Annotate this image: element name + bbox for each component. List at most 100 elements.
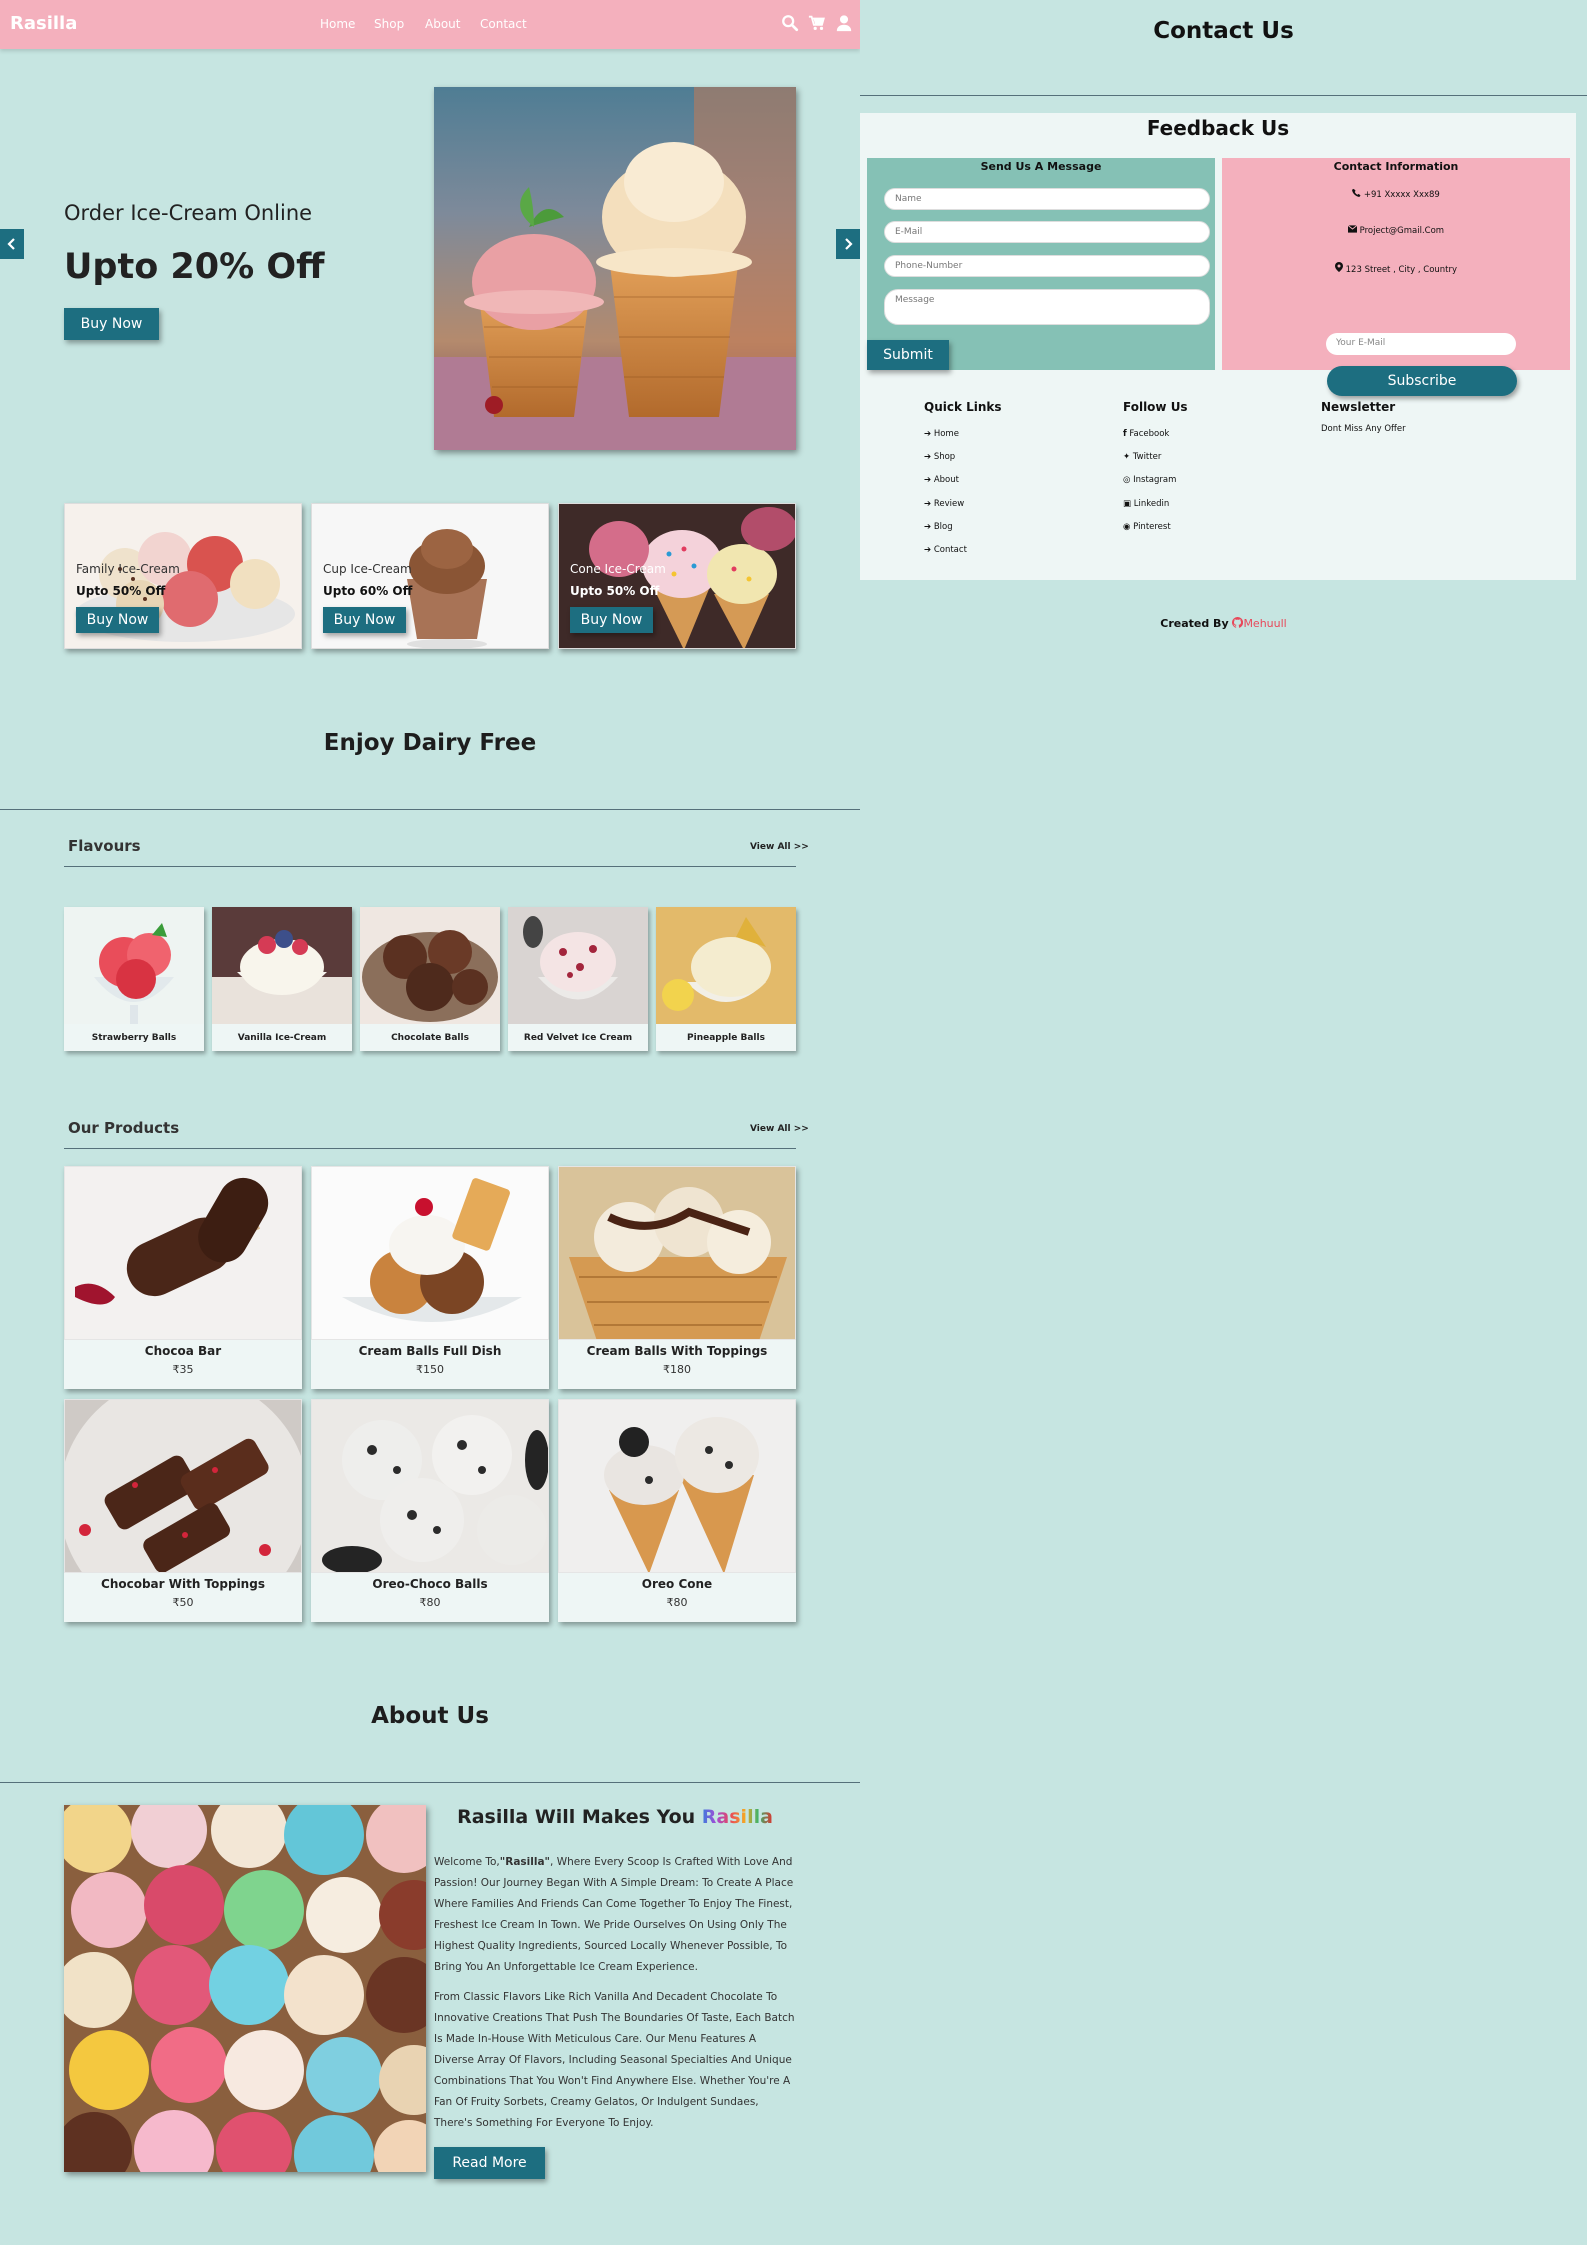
about-heading-brand: Rasilla bbox=[701, 1806, 773, 1828]
flavour-label: Chocolate Balls bbox=[391, 1033, 469, 1043]
flavour-card-strawberry[interactable]: Strawberry Balls bbox=[64, 907, 204, 1051]
nav-shop[interactable]: Shop bbox=[374, 17, 404, 31]
logo[interactable]: Rasilla bbox=[10, 13, 77, 34]
follow-linkedin[interactable]: ▣ Linkedin bbox=[1123, 499, 1169, 509]
offer-discount: Upto 60% Off bbox=[323, 584, 413, 598]
product-card-cream-balls-toppings[interactable]: Cream Balls With Toppings ₹180 bbox=[558, 1166, 796, 1389]
subscribe-button[interactable]: Subscribe bbox=[1327, 366, 1517, 396]
flavour-label: Pineapple Balls bbox=[687, 1033, 765, 1043]
message-field[interactable]: Message bbox=[884, 289, 1210, 325]
about-paragraph-2: From Classic Flavors Like Rich Vanilla A… bbox=[434, 1991, 795, 2129]
email-field[interactable]: E-Mail bbox=[884, 221, 1210, 243]
contact-address-text: 123 Street , City , Country bbox=[1345, 265, 1458, 275]
flavour-card-pineapple[interactable]: Pineapple Balls bbox=[656, 907, 796, 1051]
contact-title: Contact Us bbox=[1153, 18, 1294, 44]
quick-link-home[interactable]: ➔ Home bbox=[924, 429, 959, 439]
chocolate-balls-image bbox=[360, 907, 500, 1024]
about-para1-prefix: Welcome To, bbox=[434, 1856, 500, 1868]
feedback-title: Feedback Us bbox=[1146, 116, 1290, 140]
read-more-button[interactable]: Read More bbox=[434, 2147, 545, 2179]
offer-buy-now-button[interactable]: Buy Now bbox=[570, 607, 653, 633]
quick-link-label: Home bbox=[933, 429, 959, 439]
next-slide-button[interactable] bbox=[836, 229, 860, 259]
quick-link-review[interactable]: ➔ Review bbox=[924, 499, 964, 509]
product-price: ₹35 bbox=[172, 1363, 194, 1376]
oreo-choco-balls-image bbox=[312, 1400, 548, 1572]
contact-email: Project@Gmail.Com bbox=[1222, 225, 1570, 236]
offer-card-family[interactable]: Family Ice-Cream Upto 50% Off Buy Now bbox=[64, 503, 302, 649]
contact-email-text: Project@Gmail.Com bbox=[1359, 226, 1445, 236]
pineapple-balls-image bbox=[656, 907, 796, 1024]
products-view-all-link[interactable]: View All >> bbox=[750, 1124, 809, 1134]
strawberry-balls-image bbox=[64, 907, 204, 1024]
product-card-cream-balls-full-dish[interactable]: Cream Balls Full Dish ₹150 bbox=[311, 1166, 549, 1389]
flavours-view-all-link[interactable]: View All >> bbox=[750, 842, 809, 852]
offer-buy-now-button[interactable]: Buy Now bbox=[323, 607, 406, 633]
quick-link-blog[interactable]: ➔ Blog bbox=[924, 522, 953, 532]
cart-icon[interactable] bbox=[808, 14, 826, 32]
follow-label: Twitter bbox=[1132, 452, 1162, 462]
product-card-oreo-choco-balls[interactable]: Oreo-Choco Balls ₹80 bbox=[311, 1399, 549, 1622]
product-price: ₹80 bbox=[666, 1596, 688, 1609]
quick-link-contact[interactable]: ➔ Contact bbox=[924, 545, 967, 555]
main-page: Rasilla Home Shop About Contact Order Ic… bbox=[0, 0, 860, 2245]
feedback-section: Feedback Us Send Us A Message Name E-Mai… bbox=[860, 113, 1576, 580]
message-form: Send Us A Message Name E-Mail Phone-Numb… bbox=[867, 158, 1215, 370]
products-divider bbox=[64, 1148, 796, 1149]
product-card-chocobar-toppings[interactable]: Chocobar With Toppings ₹50 bbox=[64, 1399, 302, 1622]
product-price: ₹80 bbox=[419, 1596, 441, 1609]
contact-phone-text: +91 Xxxxx Xxx89 bbox=[1363, 190, 1440, 200]
offer-name: Family Ice-Cream bbox=[76, 562, 180, 576]
quick-link-about[interactable]: ➔ About bbox=[924, 475, 959, 485]
quick-link-label: Blog bbox=[933, 522, 953, 532]
offer-buy-now-button[interactable]: Buy Now bbox=[76, 607, 159, 633]
quick-link-shop[interactable]: ➔ Shop bbox=[924, 452, 955, 462]
offer-discount: Upto 50% Off bbox=[570, 584, 660, 598]
about-title: About Us bbox=[371, 1703, 489, 1729]
contact-page: Contact Us Feedback Us Send Us A Message… bbox=[860, 0, 1587, 635]
flavour-card-chocolate[interactable]: Chocolate Balls bbox=[360, 907, 500, 1051]
search-icon[interactable] bbox=[781, 14, 799, 32]
quick-link-label: About bbox=[933, 475, 959, 485]
hero-ice-cream-image bbox=[434, 87, 796, 450]
offer-discount: Upto 50% Off bbox=[76, 584, 166, 598]
product-name: Cream Balls With Toppings bbox=[586, 1344, 768, 1358]
follow-instagram[interactable]: ◎ Instagram bbox=[1123, 475, 1176, 485]
about-para1-text: , Where Every Scoop Is Crafted With Love… bbox=[434, 1856, 794, 1973]
contact-info-title: Contact Information bbox=[1333, 160, 1459, 173]
nav-contact[interactable]: Contact bbox=[480, 17, 527, 31]
newsletter-text: Dont Miss Any Offer bbox=[1321, 424, 1406, 434]
follow-twitter[interactable]: ✦ Twitter bbox=[1123, 452, 1161, 462]
chevron-left-icon bbox=[7, 238, 15, 250]
contact-phone: +91 Xxxxx Xxx89 bbox=[1222, 188, 1570, 200]
follow-pinterest[interactable]: ◉ Pinterest bbox=[1123, 522, 1171, 532]
credit-author-link[interactable]: Mehuull bbox=[1243, 617, 1286, 630]
nav-about[interactable]: About bbox=[425, 17, 460, 31]
offer-card-cone[interactable]: Cone Ice-Cream Upto 50% Off Buy Now bbox=[558, 503, 796, 649]
prev-slide-button[interactable] bbox=[0, 229, 24, 259]
newsletter-title: Newsletter bbox=[1321, 400, 1396, 414]
hero-buy-now-button[interactable]: Buy Now bbox=[64, 308, 159, 340]
submit-button[interactable]: Submit bbox=[867, 340, 949, 370]
phone-field[interactable]: Phone-Number bbox=[884, 255, 1210, 277]
product-card-chocoa-bar[interactable]: Chocoa Bar ₹35 bbox=[64, 1166, 302, 1389]
offer-name: Cone Ice-Cream bbox=[570, 562, 666, 576]
product-name: Chocobar With Toppings bbox=[101, 1577, 265, 1591]
product-card-oreo-cone[interactable]: Oreo Cone ₹80 bbox=[558, 1399, 796, 1622]
name-field[interactable]: Name bbox=[884, 188, 1210, 210]
user-icon[interactable] bbox=[835, 14, 853, 32]
offer-name: Cup Ice-Cream bbox=[323, 562, 412, 576]
newsletter-email-input[interactable]: Your E-Mail bbox=[1326, 333, 1516, 355]
hero-subtitle: Order Ice-Cream Online bbox=[64, 201, 313, 225]
instagram-icon: ◎ bbox=[1123, 475, 1131, 485]
flavour-card-red-velvet[interactable]: Red Velvet Ice Cream bbox=[508, 907, 648, 1051]
cream-balls-full-dish-image bbox=[312, 1167, 548, 1339]
nav-home[interactable]: Home bbox=[320, 17, 355, 31]
flavours-title: Flavours bbox=[68, 837, 141, 855]
follow-facebook[interactable]: f Facebook bbox=[1123, 429, 1169, 439]
dairy-free-title: Enjoy Dairy Free bbox=[323, 730, 537, 756]
flavour-card-vanilla[interactable]: Vanilla Ice-Cream bbox=[212, 907, 352, 1051]
chocobar-with-toppings-image bbox=[65, 1400, 301, 1572]
offer-card-cup[interactable]: Cup Ice-Cream Upto 60% Off Buy Now bbox=[311, 503, 549, 649]
oreo-cone-image bbox=[559, 1400, 795, 1572]
